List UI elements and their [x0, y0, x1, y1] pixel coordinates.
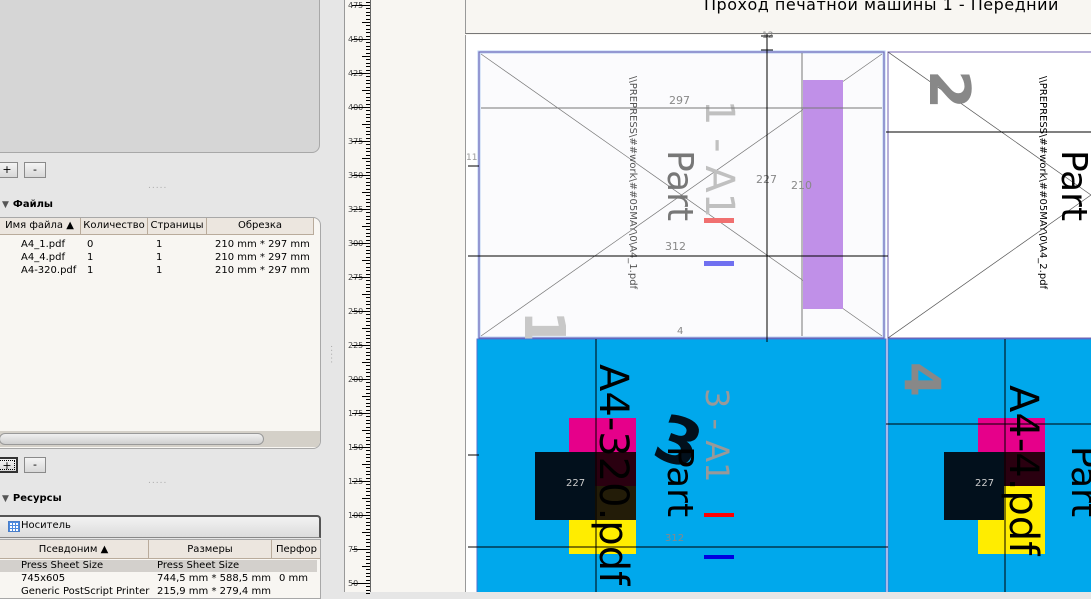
page-part-label: Part — [1053, 150, 1091, 221]
imposition-view[interactable]: 1 Part 1 - A1 \\PREPRESS\##work\##05MAY\… — [0, 0, 1091, 592]
dimension-297: 297 — [669, 94, 690, 107]
page-part-label: Part — [659, 446, 700, 517]
page-2[interactable]: 2 \\PREPRESS\##work\##05MAY\0\A4_2.pdf P… — [887, 51, 1091, 339]
file-path-label: \\PREPRESS\##work\##05MAY\0\A4_2.pdf — [1037, 76, 1048, 290]
page-3[interactable]: 3 A4-320.pdf Part 3 - A1 227 312 — [476, 338, 887, 592]
ruler-tick — [366, 593, 370, 595]
page-part-label: Part — [1063, 446, 1091, 517]
dimension-312: 312 — [665, 533, 684, 544]
file-name-label: A4-4.pdf — [1000, 385, 1046, 556]
dimension-227: 227 — [975, 478, 994, 489]
page-4[interactable]: 4 A4-4.pdf Part 227 — [887, 338, 1091, 592]
dimension-4: 4 — [677, 326, 683, 337]
page-number-4: 4 — [893, 362, 951, 397]
file-name-label: A4-320.pdf — [590, 364, 636, 586]
dimension-227: 227 — [566, 478, 585, 489]
page-label: 3 - A1 — [698, 388, 736, 483]
dimension-312: 312 — [665, 240, 686, 253]
dimension-210: 210 — [791, 179, 812, 192]
page-1[interactable]: 1 Part 1 - A1 \\PREPRESS\##work\##05MAY\… — [466, 31, 886, 349]
page-label: 1 - A1 — [696, 100, 742, 218]
dimension-11: 11 — [466, 153, 477, 163]
page-part-label: Part — [659, 150, 700, 221]
purple-bar — [803, 80, 843, 309]
page-number-2: 2 — [916, 70, 981, 109]
